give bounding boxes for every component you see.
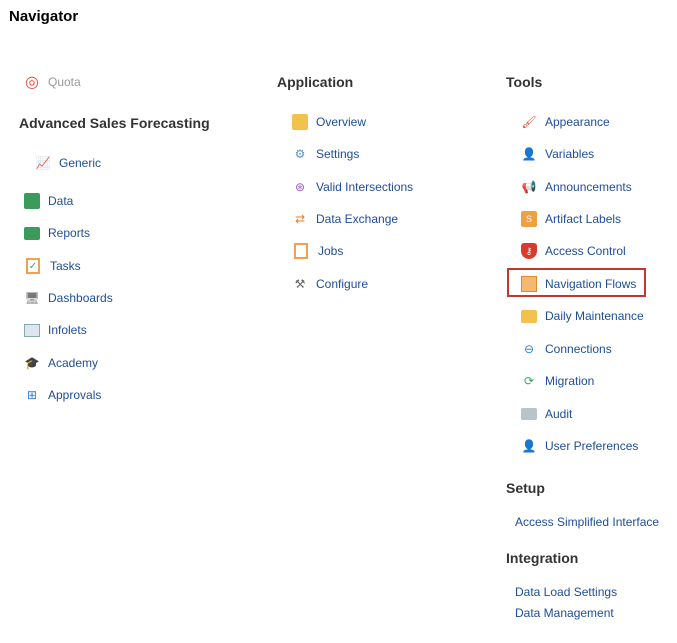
intersections-icon: ⊛ bbox=[294, 180, 306, 194]
link-access-simplified-interface[interactable]: Access Simplified Interface bbox=[515, 515, 659, 529]
nav-item-configure[interactable]: ⚒ Configure bbox=[292, 275, 368, 293]
nav-item-approvals[interactable]: ⊞ Approvals bbox=[24, 386, 101, 404]
section-heading-integration: Integration bbox=[506, 550, 579, 566]
nav-item-migration[interactable]: ⟳ Migration bbox=[521, 372, 594, 390]
exchange-arrows-icon: ⇄ bbox=[294, 212, 306, 226]
nav-item-user-preferences[interactable]: 👤 User Preferences bbox=[521, 437, 639, 455]
graduate-icon: 🎓 bbox=[24, 356, 40, 370]
nav-item-tasks[interactable]: ✓ Tasks bbox=[24, 257, 81, 275]
migration-icon: ⟳ bbox=[523, 374, 535, 388]
section-heading-advanced-sales-forecasting: Advanced Sales Forecasting bbox=[19, 115, 210, 131]
calendar-gear-icon bbox=[521, 309, 537, 323]
section-heading-setup: Setup bbox=[506, 480, 545, 496]
clipboard-check-icon: ✓ bbox=[26, 258, 40, 274]
navigator-panel: Navigator ◎ Quota Advanced Sales Forecast… bbox=[0, 0, 677, 643]
report-icon bbox=[24, 226, 40, 240]
clipboard-icon bbox=[294, 243, 308, 259]
nav-item-daily-maintenance[interactable]: Daily Maintenance bbox=[521, 307, 644, 325]
hierarchy-icon: ⊞ bbox=[26, 388, 38, 402]
connection-icon: ⊖ bbox=[523, 342, 535, 356]
grid-flow-icon bbox=[521, 276, 537, 292]
nav-item-quota[interactable]: ◎ Quota bbox=[24, 73, 81, 91]
nav-item-connections[interactable]: ⊖ Connections bbox=[521, 340, 612, 358]
nav-item-announcements[interactable]: 📢 Announcements bbox=[521, 178, 632, 196]
gears-icon: ⚙ bbox=[294, 147, 306, 161]
shield-key-icon: ⚷ bbox=[521, 243, 537, 259]
nav-item-reports[interactable]: Reports bbox=[24, 224, 90, 242]
nav-item-appearance[interactable]: 🖌 Appearance bbox=[521, 113, 609, 131]
audit-icon bbox=[521, 408, 537, 420]
tools-icon: ⚒ bbox=[294, 277, 306, 291]
nav-item-jobs[interactable]: Jobs bbox=[292, 242, 343, 260]
nav-item-dashboards[interactable]: 🖥 Dashboards bbox=[24, 289, 112, 307]
infolet-icon bbox=[24, 323, 40, 337]
user-gear-icon: 👤 bbox=[521, 439, 537, 453]
nav-item-overview[interactable]: Overview bbox=[292, 113, 366, 131]
megaphone-icon: 📢 bbox=[521, 180, 537, 194]
nav-item-academy[interactable]: 🎓 Academy bbox=[24, 354, 99, 372]
labels-icon: S bbox=[521, 211, 537, 227]
monitor-icon: 🖥 bbox=[24, 291, 40, 305]
link-data-management[interactable]: Data Management bbox=[515, 606, 614, 620]
spreadsheet-icon bbox=[24, 193, 40, 209]
overview-icon bbox=[292, 114, 308, 130]
nav-item-access-control[interactable]: ⚷ Access Control bbox=[521, 242, 626, 260]
nav-item-audit[interactable]: Audit bbox=[521, 405, 572, 423]
nav-item-variables[interactable]: 👤 Variables bbox=[521, 145, 595, 163]
target-icon: ◎ bbox=[25, 74, 39, 91]
section-heading-application: Application bbox=[277, 74, 354, 90]
nav-item-navigation-flows[interactable]: Navigation Flows bbox=[521, 275, 636, 293]
nav-item-data-exchange[interactable]: ⇄ Data Exchange bbox=[292, 210, 398, 228]
nav-item-generic[interactable]: 📈 Generic bbox=[35, 154, 102, 172]
page-title: Navigator bbox=[9, 8, 79, 25]
section-heading-tools: Tools bbox=[506, 74, 543, 90]
nav-item-data[interactable]: Data bbox=[24, 192, 73, 210]
link-data-load-settings[interactable]: Data Load Settings bbox=[515, 585, 617, 599]
nav-item-artifact-labels[interactable]: S Artifact Labels bbox=[521, 210, 621, 228]
nav-item-infolets[interactable]: Infolets bbox=[24, 321, 87, 339]
nav-item-valid-intersections[interactable]: ⊛ Valid Intersections bbox=[292, 178, 413, 196]
nav-item-settings[interactable]: ⚙ Settings bbox=[292, 145, 360, 163]
user-variable-icon: 👤 bbox=[521, 147, 537, 161]
chart-icon: 📈 bbox=[35, 156, 51, 170]
brush-icon: 🖌 bbox=[521, 115, 537, 129]
